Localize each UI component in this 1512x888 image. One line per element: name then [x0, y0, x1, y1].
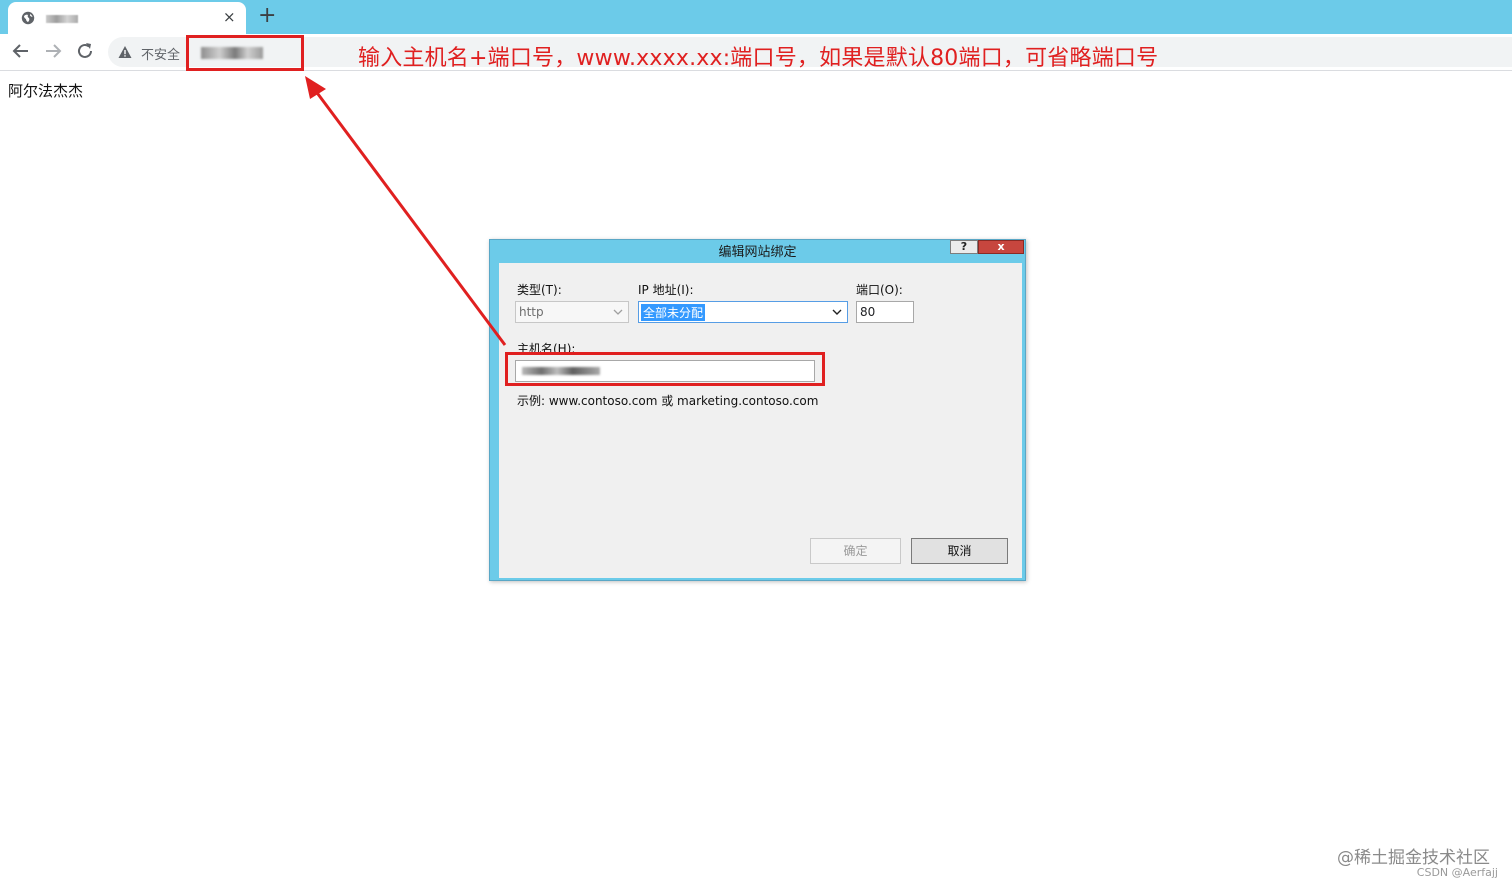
- tab-title-blurred: [46, 15, 78, 23]
- watermark-sub: CSDN @Aerfajj: [1416, 866, 1498, 879]
- ip-address-select[interactable]: 全部未分配: [638, 301, 848, 323]
- type-select-value: http: [519, 305, 544, 319]
- help-button[interactable]: ?: [950, 240, 978, 254]
- tab-strip: × +: [0, 0, 1512, 34]
- edit-site-binding-dialog: 编辑网站绑定 ? x 类型(T): http IP 地址(I): 全部未分配 端…: [489, 239, 1026, 581]
- new-tab-button[interactable]: +: [258, 3, 276, 28]
- warning-triangle-icon[interactable]: [118, 45, 132, 59]
- browser-tab[interactable]: ×: [8, 2, 246, 34]
- chevron-down-icon: [613, 309, 623, 315]
- watermark: @稀土掘金技术社区: [1337, 848, 1490, 868]
- url-highlight-box: [186, 35, 304, 71]
- forward-arrow-icon[interactable]: [42, 40, 64, 62]
- hostname-highlight-box: [505, 352, 825, 386]
- annotation-instruction: 输入主机名+端口号，www.xxxx.xx:端口号，如果是默认80端口，可省略端…: [358, 46, 1159, 71]
- chevron-down-icon: [832, 309, 842, 315]
- back-arrow-icon[interactable]: [10, 40, 32, 62]
- arrowhead-icon: [305, 76, 326, 99]
- dialog-title: 编辑网站绑定: [718, 245, 797, 260]
- type-select[interactable]: http: [515, 301, 629, 323]
- globe-icon: [21, 11, 35, 25]
- cancel-button[interactable]: 取消: [911, 538, 1008, 564]
- port-input-value: 80: [860, 305, 876, 319]
- not-secure-label[interactable]: 不安全: [141, 44, 180, 63]
- page-body-text: 阿尔法杰杰: [8, 82, 84, 100]
- ok-button[interactable]: 确定: [810, 538, 901, 564]
- ip-label: IP 地址(I):: [638, 283, 694, 297]
- close-button[interactable]: x: [978, 240, 1024, 254]
- hostname-example: 示例: www.contoso.com 或 marketing.contoso.…: [517, 394, 819, 408]
- port-label: 端口(O):: [856, 283, 903, 297]
- type-label: 类型(T):: [517, 283, 562, 297]
- ip-select-value: 全部未分配: [641, 304, 706, 321]
- tab-close-icon[interactable]: ×: [223, 8, 236, 26]
- port-input[interactable]: 80: [856, 301, 914, 323]
- dialog-body: 类型(T): http IP 地址(I): 全部未分配 端口(O): 80 主机…: [499, 263, 1022, 578]
- reload-icon[interactable]: [74, 40, 96, 62]
